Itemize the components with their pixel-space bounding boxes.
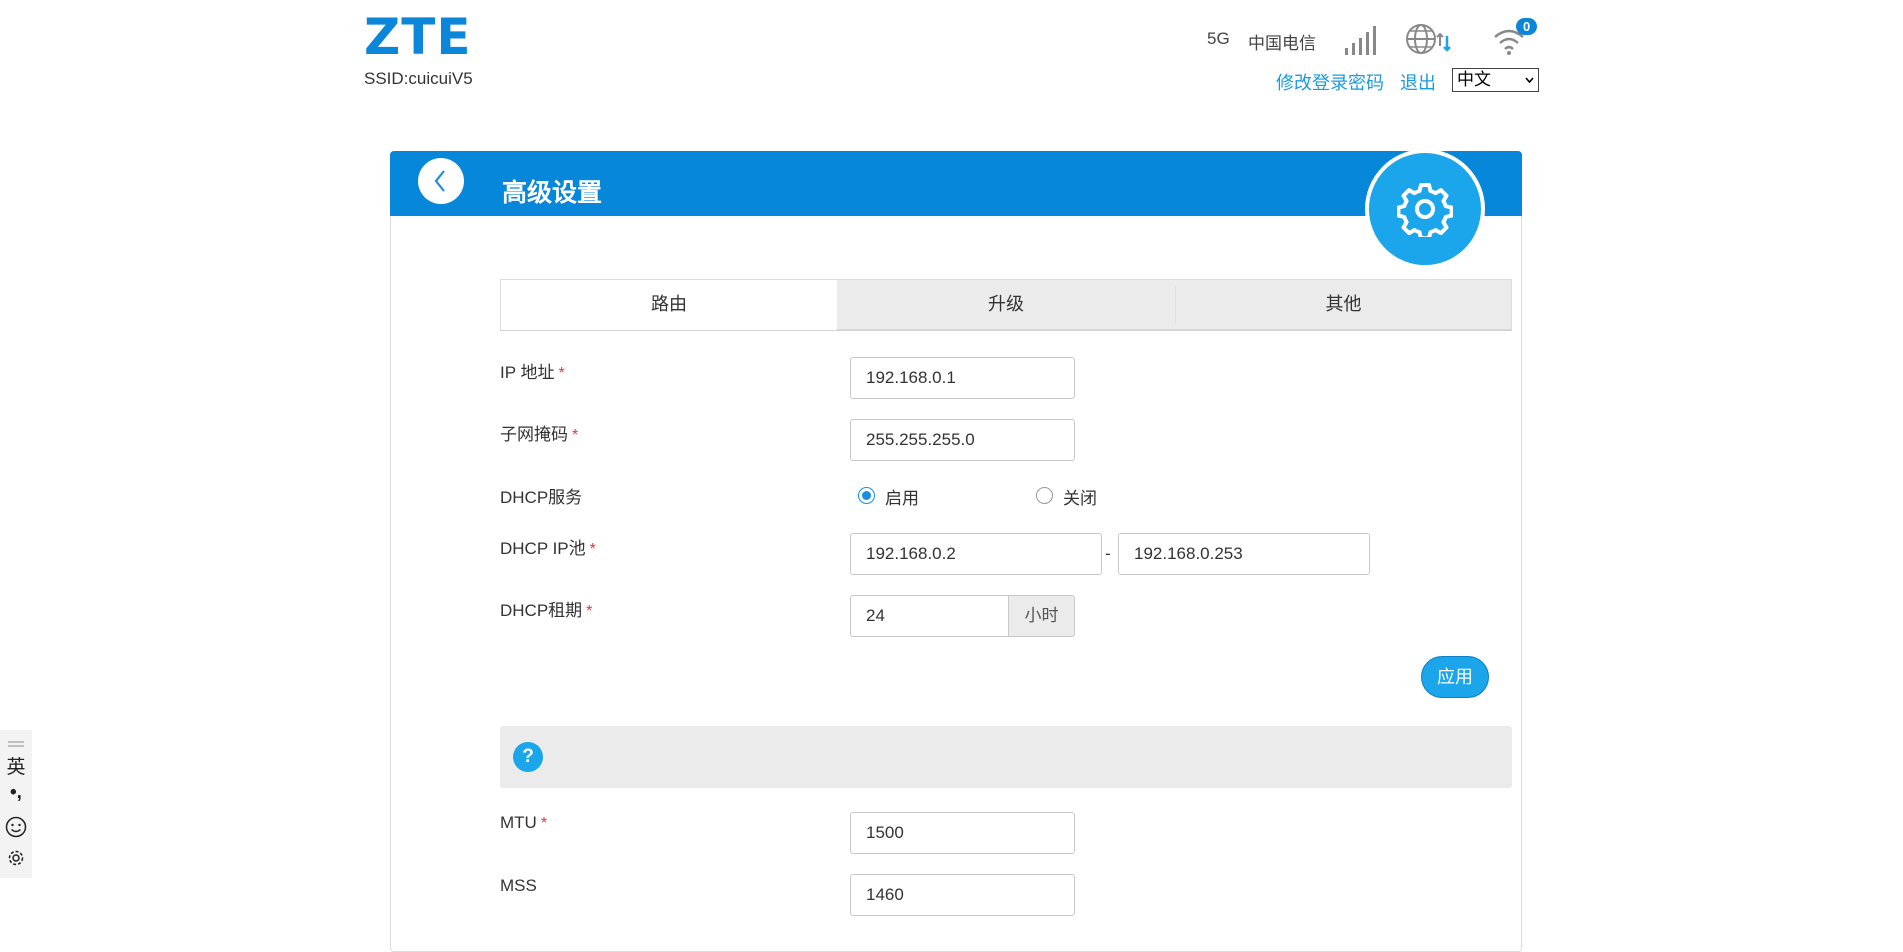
dhcp-pool-end-input[interactable]: 192.168.0.253 — [1118, 533, 1370, 575]
subnet-mask-input[interactable]: 255.255.255.0 — [850, 419, 1075, 461]
network-type: 5G — [1207, 29, 1230, 48]
mtu-input[interactable]: 1500 — [850, 812, 1075, 854]
dhcp-enable-label[interactable]: 启用 — [885, 484, 919, 509]
ime-toolbar: 英 •, — [0, 730, 32, 878]
dhcp-lease-label-text: DHCP租期 — [500, 601, 583, 620]
ip-address-label-text: IP 地址 — [500, 363, 555, 382]
required-mark: * — [586, 603, 593, 620]
required-mark: * — [589, 541, 596, 558]
advanced-settings-panel: 高级设置 路由 升级 其他 IP 地址 * 192.168.0.1 子网掩码 * 2… — [390, 149, 1522, 952]
subnet-mask-label: 子网掩码 * — [500, 420, 578, 445]
lease-unit-addon: 小时 — [1009, 595, 1075, 637]
panel-title: 高级设置 — [502, 179, 603, 207]
help-icon[interactable]: ? — [513, 742, 543, 772]
dhcp-ip-pool-label-text: DHCP IP池 — [500, 539, 586, 558]
status-bar: 5G 中国电信 0 — [1200, 18, 1550, 63]
dhcp-ip-pool-label: DHCP IP池 * — [500, 534, 596, 559]
settings-icon[interactable] — [0, 848, 32, 873]
ip-address-label: IP 地址 * — [500, 358, 565, 383]
carrier-name: 中国电信 — [1248, 34, 1316, 53]
signal-icon — [1343, 24, 1377, 61]
settings-tabs: 路由 升级 其他 — [500, 279, 1512, 331]
apply-button[interactable]: 应用 — [1421, 656, 1489, 698]
subnet-mask-label-text: 子网掩码 — [500, 425, 568, 444]
data-transfer-icon — [1436, 32, 1451, 52]
globe-icon — [1405, 22, 1455, 63]
wifi-client-count-badge: 0 — [1516, 18, 1538, 35]
mtu-label-text: MTU — [500, 813, 537, 832]
required-mark: * — [540, 815, 548, 832]
tab-upgrade[interactable]: 升级 — [837, 280, 1175, 330]
mtu-label: MTU * — [500, 813, 547, 833]
tab-other[interactable]: 其他 — [1176, 280, 1511, 330]
range-separator: - — [1105, 544, 1111, 563]
ip-address-input[interactable]: 192.168.0.1 — [850, 357, 1075, 399]
mss-input[interactable]: 1460 — [850, 874, 1075, 916]
chevron-left-icon — [434, 170, 445, 192]
dhcp-enable-radio[interactable] — [858, 487, 875, 504]
settings-gear-badge — [1365, 149, 1485, 269]
panel-header: 高级设置 — [390, 151, 1522, 216]
ime-mode-toggle[interactable]: 英 — [0, 752, 32, 779]
help-bar: ? — [500, 726, 1512, 788]
emoji-icon[interactable] — [0, 816, 32, 843]
required-mark: * — [572, 427, 579, 444]
chevron-down-icon — [1525, 77, 1534, 84]
dhcp-disable-label[interactable]: 关闭 — [1063, 484, 1097, 509]
back-button[interactable] — [418, 158, 464, 204]
ssid-label: SSID:cuicuiV5 — [364, 69, 473, 88]
mss-label: MSS — [500, 876, 537, 895]
required-mark: * — [558, 365, 565, 382]
language-select[interactable]: 中文 — [1452, 68, 1539, 92]
gear-icon — [1397, 183, 1453, 237]
dhcp-pool-start-input[interactable]: 192.168.0.2 — [850, 533, 1102, 575]
ime-punctuation-toggle[interactable]: •, — [0, 782, 32, 804]
zte-logo: ZTE — [364, 8, 472, 66]
dhcp-disable-radio[interactable] — [1036, 487, 1053, 504]
dhcp-lease-input[interactable]: 24 — [850, 595, 1009, 637]
drag-handle-icon[interactable] — [0, 734, 32, 752]
change-password-link[interactable]: 修改登录密码 — [1276, 69, 1384, 95]
dhcp-lease-label: DHCP租期 * — [500, 596, 592, 621]
language-selected-value: 中文 — [1457, 70, 1491, 89]
dhcp-service-label: DHCP服务 — [500, 488, 583, 507]
tab-routing[interactable]: 路由 — [501, 280, 837, 330]
logout-link[interactable]: 退出 — [1400, 69, 1436, 95]
